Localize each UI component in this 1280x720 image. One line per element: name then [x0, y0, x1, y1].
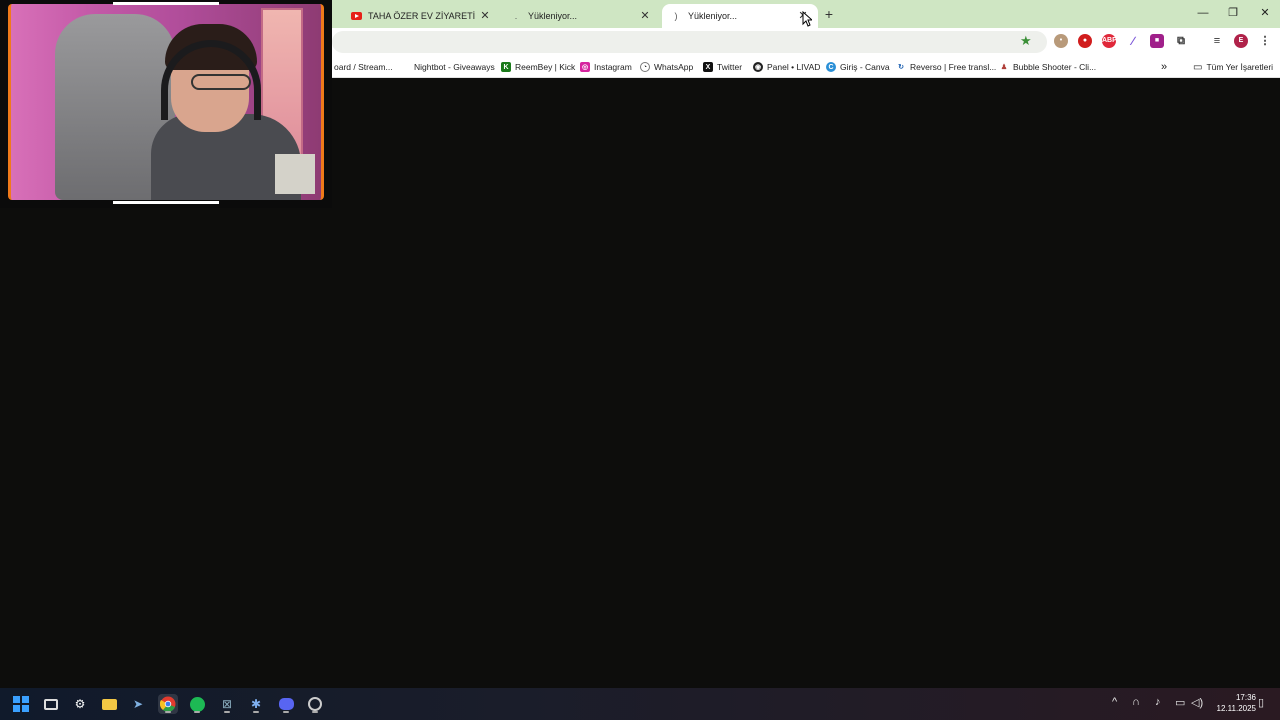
tab-loading-1[interactable]: . Yükleniyor... ✕ [502, 4, 660, 28]
bookmark-item[interactable]: ♟ Bubble Shooter - Cli... [999, 60, 1096, 74]
notification-icon[interactable]: ▯ [1258, 696, 1264, 709]
loading-icon: . [514, 11, 518, 21]
bookmark-label: ReemBey | Kick [515, 62, 576, 72]
maximize-button[interactable]: ❐ [1218, 4, 1248, 22]
windows-start-icon[interactable] [11, 694, 31, 714]
bookmark-label: Nightbot - Giveaways [414, 62, 495, 72]
new-tab-button[interactable]: + [820, 6, 838, 22]
extensions-puzzle-icon[interactable]: ⧉ [1174, 34, 1188, 48]
excel-icon[interactable]: ⊠ [217, 694, 237, 714]
pen-icon[interactable]: ∕ [1126, 34, 1140, 48]
instagram-icon: ◎ [580, 62, 590, 72]
tab-youtube[interactable]: TAHA ÖZER EV ZİYARETİ - YouTube ✕ [342, 4, 500, 28]
bookmark-item[interactable]: ◉ Panel • LIVAD [753, 60, 820, 74]
spotify-icon[interactable] [187, 694, 207, 714]
clock-date: 12.11.2025 [1216, 704, 1256, 713]
tab-title: TAHA ÖZER EV ZİYARETİ - YouTube [368, 11, 478, 21]
kick-icon: K [501, 62, 511, 72]
x-icon: X [703, 62, 713, 72]
tab-loading-active[interactable]: ) Yükleniyor... ✕ [662, 4, 818, 28]
folder-icon: ▭ [1193, 61, 1203, 73]
bookmark-label: oard / Stream... [334, 62, 393, 72]
all-bookmarks-button[interactable]: ▭ Tüm Yer İşaretleri [1193, 60, 1273, 74]
livad-icon: ◉ [753, 62, 763, 72]
microphone-icon[interactable]: ♪ [1155, 696, 1161, 708]
task-view-icon[interactable] [41, 694, 61, 714]
network-icon[interactable]: ▭ [1175, 696, 1185, 709]
minimize-button[interactable]: — [1188, 4, 1218, 22]
close-window-button[interactable]: ✕ [1250, 4, 1280, 22]
adblock-shield-icon[interactable]: ● [1078, 34, 1092, 48]
youtube-icon [350, 10, 362, 22]
bookmark-label: Panel • LIVAD [767, 62, 821, 72]
webcam-overlay [0, 0, 332, 208]
settings-icon[interactable]: ⚙ [70, 694, 90, 714]
taskbar: ⚙ ➤ ⊠ ✱ ^ ∩ ♪ ▭ ◁) 17:36 12.11.2025 ▯ [0, 688, 1280, 720]
file-explorer-icon[interactable] [99, 694, 119, 714]
bookmark-label: WhatsApp [654, 62, 694, 72]
profile-avatar[interactable]: E [1234, 34, 1248, 48]
bookmark-item[interactable]: ↻ Reverso | Free transl... [896, 60, 996, 74]
menu-icon[interactable]: ⋮ [1258, 34, 1272, 48]
abp-icon[interactable]: ABP [1102, 34, 1117, 48]
whatsapp-icon: ◔ [640, 62, 650, 72]
chrome-icon[interactable] [158, 694, 178, 714]
system-clock[interactable]: 17:36 12.11.2025 [1206, 692, 1256, 714]
reverso-icon: ↻ [898, 64, 904, 71]
clock-time: 17:36 [1235, 693, 1256, 702]
bookmark-item[interactable]: ◔ WhatsApp [640, 60, 693, 74]
headphones-icon[interactable]: ∩ [1132, 696, 1140, 708]
close-tab-icon[interactable]: ✕ [638, 9, 652, 23]
canva-icon: C [826, 62, 836, 72]
close-tab-icon[interactable]: ✕ [478, 9, 492, 23]
mouse-cursor-icon [802, 11, 812, 27]
extension-icon[interactable]: • [1054, 34, 1068, 48]
bookmark-item[interactable]: oard / Stream... [334, 60, 393, 74]
steam-icon[interactable]: ➤ [128, 694, 148, 714]
discord-icon[interactable] [276, 694, 296, 714]
extension-icon[interactable]: ■ [1150, 34, 1164, 48]
show-hidden-icons-icon[interactable]: ^ [1112, 696, 1117, 708]
media-control-icon[interactable]: ≡ [1210, 34, 1224, 48]
bookmark-label: Twitter [717, 62, 743, 72]
bookmark-label: Instagram [594, 62, 632, 72]
bookmark-item[interactable]: K ReemBey | Kick [501, 60, 575, 74]
bookmark-item[interactable]: Nightbot - Giveaways [414, 60, 495, 74]
volume-icon[interactable]: ◁) [1191, 696, 1203, 709]
bookmark-label: Giriş - Canva [840, 62, 890, 72]
webcam-feed [8, 4, 324, 200]
bookmark-item[interactable]: X Twitter [703, 60, 742, 74]
bookmarks-overflow-button[interactable]: » [1161, 60, 1167, 74]
bookmark-star-icon[interactable]: ★ [1020, 33, 1032, 49]
loading-icon: ) [674, 11, 678, 21]
bookmark-label: Bubble Shooter - Cli... [1013, 62, 1097, 72]
all-bookmarks-label: Tüm Yer İşaretleri [1206, 62, 1274, 72]
bookmark-item[interactable]: ◎ Instagram [580, 60, 632, 74]
obs-icon[interactable] [305, 694, 325, 714]
tab-title: Yükleniyor... [528, 11, 578, 21]
tab-title: Yükleniyor... [688, 11, 738, 21]
address-bar[interactable] [332, 31, 1047, 53]
bookmark-label: Reverso | Free transl... [910, 62, 997, 72]
bubble-icon: ♟ [1000, 64, 1008, 71]
bookmark-item[interactable]: C Giriş - Canva [826, 60, 890, 74]
app-gear-icon[interactable]: ✱ [246, 694, 266, 714]
